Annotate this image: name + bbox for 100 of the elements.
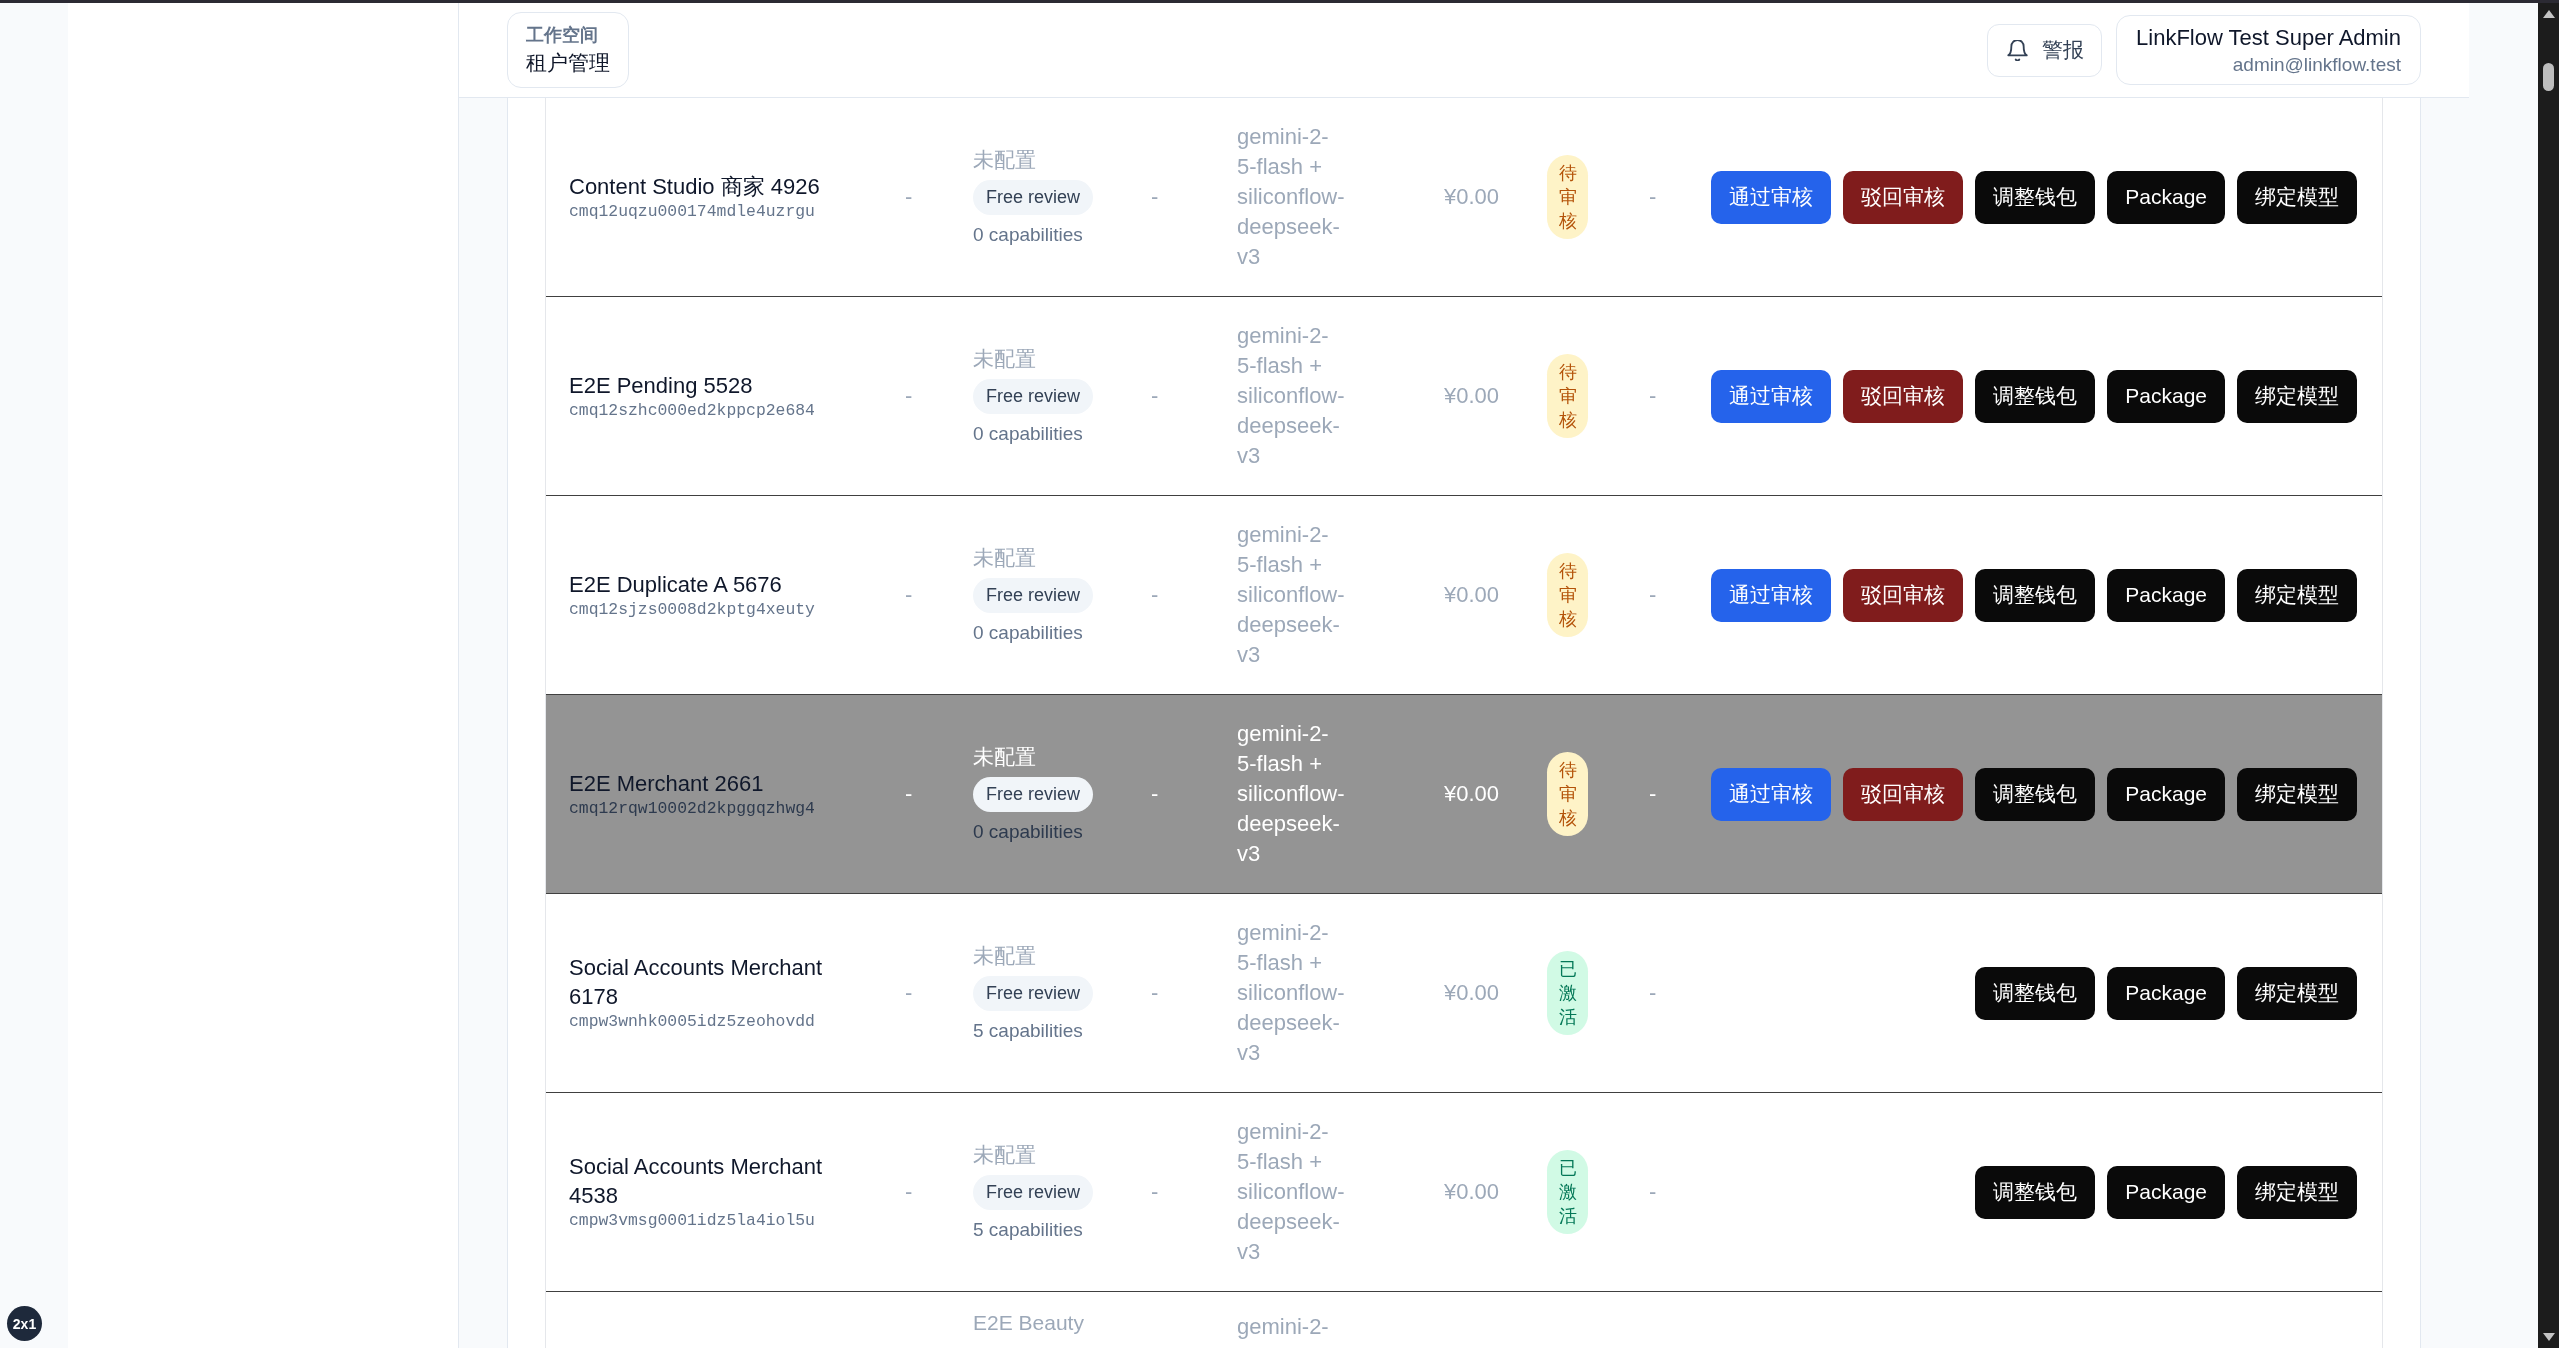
merchant-id: cmpw3wnhk0005idz5zeohovdd [569,1011,815,1033]
approve-button[interactable]: 通过审核 [1711,170,1832,224]
empty-cell: - [1649,183,1657,211]
wallet-button[interactable]: 调整钱包 [1975,767,2096,821]
merchant-id: cmq12sjzs0008d2kptg4xeuty [569,598,815,621]
model-name: gemini-2-5-flash + siliconflow-deepseek-v3 [1237,123,1346,271]
approve-button[interactable]: 通过审核 [1711,568,1832,622]
empty-cell: - [905,183,913,211]
merchant-id: cmq12rqw10002d2kpggqzhwg4 [569,797,815,820]
package-button[interactable]: Package [2107,170,2225,224]
scroll-down-icon[interactable] [2542,1333,2555,1341]
capability-count: 5 capabilities [973,1217,1083,1242]
balance-amount: ¥0.00 [1444,1178,1500,1206]
capability-count: 0 capabilities [973,819,1083,844]
empty-cell: - [905,979,913,1007]
empty-cell: - [1649,382,1657,410]
pricing-status: 未配置 [973,544,1036,571]
empty-cell: - [1151,183,1159,211]
empty-cell: - [905,382,913,410]
empty-cell: - [1151,780,1159,808]
empty-cell: - [1151,1178,1159,1206]
merchant-name: Content Studio 商家 4926 [569,172,820,201]
model-name: gemini-2-5-flash + siliconflow-deepseek-v3 [1237,720,1346,868]
balance-amount: ¥0.00 [1444,581,1500,609]
status-badge: 待审核 [1547,155,1588,239]
pricing-status: E2E Beauty [973,1310,1084,1336]
balance-amount: ¥0.00 [1444,979,1500,1007]
merchant-id: cmq12szhc000ed2kppcp2e684 [569,399,815,422]
status-badge: 待审核 [1547,354,1588,438]
plan-tag: Free review [973,179,1094,215]
pricing-status: 未配置 [973,1141,1036,1168]
empty-cell: - [905,581,913,609]
merchant-id: cmq12uqzu000174mdle4uzrgu [569,200,815,223]
user-email: admin@linkflow.test [2232,53,2401,77]
wallet-button[interactable]: 调整钱包 [1975,369,2096,423]
wallet-button[interactable]: 调整钱包 [1975,1165,2096,1219]
model-name: gemini-2-5-flash + siliconflow-deepseek-v3 [1237,1118,1346,1266]
model-name: gemini-2-5-flash + siliconflow-deepseek-v3 [1237,322,1346,470]
status-badge: 待审核 [1547,752,1588,836]
bind-model-button[interactable]: 绑定模型 [2237,369,2357,423]
alerts-button[interactable]: 警报 [1987,23,2103,77]
merchant-name: E2E Pending 5528 [569,371,753,400]
model-name: gemini-2-5-flash + siliconflow-deepseek-v3 [1237,919,1346,1067]
balance-amount: ¥0.00 [1444,382,1500,410]
reject-button[interactable]: 驳回审核 [1843,767,1964,821]
merchant-id: cmpw3vmsg0001idz5la4iol5u [569,1210,815,1232]
user-card[interactable]: LinkFlow Test Super Admin admin@linkflow.test [2116,15,2421,85]
wallet-button[interactable]: 调整钱包 [1975,568,2096,622]
workspace-label: 工作空间 [526,24,598,47]
dev-badge[interactable]: 2x1 [7,1306,42,1341]
wallet-button[interactable]: 调整钱包 [1975,966,2096,1020]
package-button[interactable]: Package [2107,767,2225,821]
reject-button[interactable]: 驳回审核 [1843,170,1964,224]
package-button[interactable]: Package [2107,966,2225,1020]
bind-model-button[interactable]: 绑定模型 [2237,767,2357,821]
scrollbar[interactable] [2538,3,2559,1348]
balance-amount: ¥0.00 [1444,780,1500,808]
capability-count: 0 capabilities [973,421,1083,446]
scrollbar-thumb[interactable] [2543,63,2554,91]
package-button[interactable]: Package [2107,1165,2225,1219]
merchant-name: E2E Merchant 2661 [569,769,764,798]
wallet-button[interactable]: 调整钱包 [1975,170,2096,224]
workspace-title: 租户管理 [526,50,610,76]
pricing-status: 未配置 [973,146,1036,173]
empty-cell: - [1649,581,1657,609]
capability-count: 0 capabilities [973,620,1083,645]
bind-model-button[interactable]: 绑定模型 [2237,1165,2357,1219]
package-button[interactable]: Package [2107,568,2225,622]
reject-button[interactable]: 驳回审核 [1843,568,1964,622]
plan-tag: Free review [973,776,1094,812]
bind-model-button[interactable]: 绑定模型 [2237,170,2357,224]
scroll-up-icon[interactable] [2542,10,2555,18]
capability-count: 5 capabilities [973,1018,1083,1043]
balance-amount: ¥0.00 [1444,183,1500,211]
empty-cell: - [905,1178,913,1206]
bind-model-button[interactable]: 绑定模型 [2237,966,2357,1020]
merchant-name: E2E Duplicate A 5676 [569,570,782,599]
empty-cell: - [905,780,913,808]
status-badge: 待审核 [1547,553,1588,637]
capability-count: 0 capabilities [973,222,1083,247]
model-name: gemini-2- [1237,1313,1330,1341]
bind-model-button[interactable]: 绑定模型 [2237,568,2357,622]
package-button[interactable]: Package [2107,369,2225,423]
pricing-status: 未配置 [973,942,1036,969]
empty-cell: - [1151,581,1159,609]
plan-tag: Free review [973,1174,1094,1210]
pricing-status: 未配置 [973,743,1036,770]
reject-button[interactable]: 驳回审核 [1843,369,1964,423]
empty-cell: - [1649,979,1657,1007]
empty-cell: - [1151,979,1159,1007]
merchant-name: Social Accounts Merchant 4538 [569,1153,824,1210]
approve-button[interactable]: 通过审核 [1711,369,1832,423]
status-badge: 已激活 [1547,951,1588,1035]
model-name: gemini-2-5-flash + siliconflow-deepseek-v3 [1237,521,1346,669]
approve-button[interactable]: 通过审核 [1711,767,1832,821]
empty-cell: - [1649,1178,1657,1206]
bell-icon [2007,39,2029,61]
plan-tag: Free review [973,975,1094,1011]
plan-tag: Free review [973,378,1094,414]
empty-cell: - [1151,382,1159,410]
